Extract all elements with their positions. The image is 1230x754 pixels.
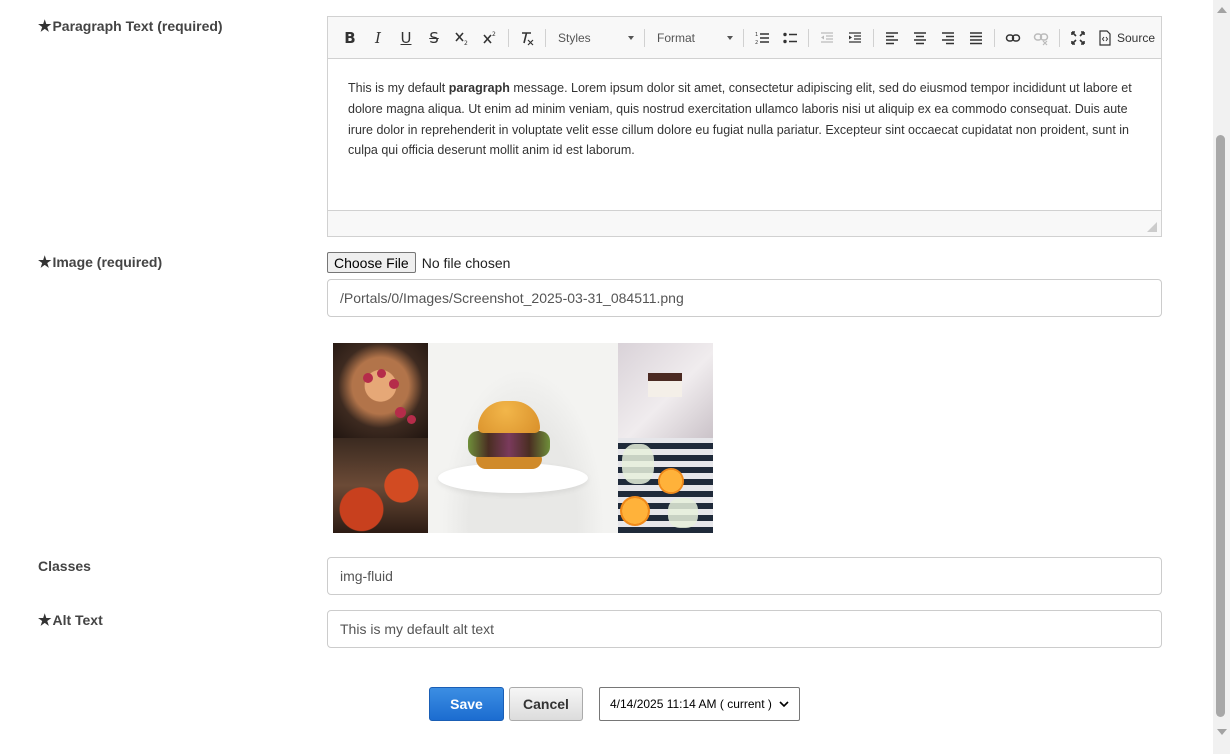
image-preview	[333, 343, 713, 533]
increase-indent-button[interactable]	[841, 24, 869, 52]
format-dropdown[interactable]: Format	[649, 24, 739, 52]
paragraph-bold-text: paragraph	[448, 81, 510, 95]
file-input: Choose File No file chosen	[327, 252, 510, 273]
justify-button[interactable]	[962, 24, 990, 52]
source-button[interactable]: Source	[1092, 24, 1161, 52]
pancake-photo	[333, 343, 428, 438]
preview-left-column	[333, 343, 428, 533]
superscript-button[interactable]: 2	[476, 24, 504, 52]
editor-toolbar: B I U S 2 2 Styles Format 12 Source	[328, 17, 1161, 59]
format-label: Format	[657, 30, 696, 45]
strikethrough-button[interactable]: S	[420, 24, 448, 52]
editor-statusbar	[328, 210, 1161, 236]
link-icon	[1005, 33, 1021, 42]
classes-value: img-fluid	[340, 568, 393, 584]
scroll-down-icon[interactable]	[1217, 729, 1227, 735]
file-status-text: No file chosen	[421, 254, 511, 271]
burger-photo	[428, 343, 618, 533]
required-star-icon: ★	[38, 254, 52, 271]
image-path-value: /Portals/0/Images/Screenshot_2025-03-31_…	[340, 290, 684, 306]
image-path-input[interactable]: /Portals/0/Images/Screenshot_2025-03-31_…	[327, 279, 1162, 317]
svg-text:1: 1	[755, 32, 758, 38]
align-right-icon	[942, 31, 954, 44]
italic-button[interactable]: I	[364, 24, 392, 52]
toolbar-separator	[808, 28, 809, 47]
remove-format-icon	[522, 31, 534, 45]
styles-label: Styles	[558, 30, 591, 45]
version-select[interactable]: 4/14/2025 11:14 AM ( current )	[599, 687, 800, 721]
paragraph-text: This is my default	[348, 81, 449, 95]
alt-text-value: This is my default alt text	[340, 621, 495, 637]
version-selected-value: 4/14/2025 11:14 AM ( current )	[610, 697, 772, 711]
rich-text-editor: B I U S 2 2 Styles Format 12 Source This…	[327, 16, 1162, 237]
align-left-icon	[886, 31, 898, 44]
svg-text:2: 2	[755, 40, 758, 46]
maximize-button[interactable]	[1064, 24, 1092, 52]
toolbar-separator	[644, 28, 645, 47]
required-star-icon: ★	[38, 612, 52, 629]
numbered-list-button[interactable]: 12	[748, 24, 776, 52]
paragraph-text-label: ★Paragraph Text (required)	[38, 18, 223, 35]
bulleted-list-icon	[783, 32, 797, 43]
styles-dropdown[interactable]: Styles	[550, 24, 640, 52]
orange-drinks-photo	[618, 438, 713, 533]
source-icon	[1099, 29, 1111, 46]
chevron-down-icon	[779, 701, 789, 708]
alt-text-input[interactable]: This is my default alt text	[327, 610, 1162, 648]
align-center-button[interactable]	[906, 24, 934, 52]
dessert-photo	[618, 343, 713, 438]
svg-text:2: 2	[492, 31, 496, 38]
unlink-icon	[1033, 32, 1049, 45]
subscript-icon: 2	[455, 31, 468, 46]
align-left-button[interactable]	[878, 24, 906, 52]
remove-format-button[interactable]	[513, 24, 541, 52]
superscript-icon: 2	[483, 31, 496, 44]
vertical-scrollbar[interactable]	[1213, 0, 1230, 754]
stuffed-tomato-photo	[333, 438, 428, 533]
resize-grip-icon[interactable]	[1147, 222, 1157, 232]
preview-right-column	[618, 343, 713, 533]
toolbar-separator	[1059, 28, 1060, 47]
scroll-thumb[interactable]	[1216, 135, 1225, 717]
toolbar-separator	[508, 28, 509, 47]
cancel-button[interactable]: Cancel	[509, 687, 583, 721]
align-right-button[interactable]	[934, 24, 962, 52]
required-star-icon: ★	[38, 18, 52, 35]
source-label: Source	[1117, 30, 1156, 45]
image-label: ★Image (required)	[38, 254, 163, 271]
bulleted-list-button[interactable]	[776, 24, 804, 52]
increase-indent-icon	[849, 31, 861, 43]
unlink-button[interactable]	[1027, 24, 1055, 52]
chevron-down-icon	[727, 35, 733, 40]
bold-button[interactable]: B	[336, 24, 364, 52]
maximize-icon	[1071, 30, 1085, 45]
toolbar-separator	[743, 28, 744, 47]
subscript-button[interactable]: 2	[448, 24, 476, 52]
toolbar-separator	[994, 28, 995, 47]
align-center-icon	[914, 31, 926, 44]
classes-label: Classes	[38, 558, 91, 574]
link-button[interactable]	[999, 24, 1027, 52]
justify-icon	[970, 31, 982, 44]
scroll-up-icon[interactable]	[1217, 7, 1227, 13]
decrease-indent-icon	[821, 31, 833, 43]
toolbar-separator	[545, 28, 546, 47]
choose-file-button[interactable]: Choose File	[327, 252, 416, 273]
save-button[interactable]: Save	[429, 687, 504, 721]
editor-content-area[interactable]: This is my default paragraph message. Lo…	[328, 59, 1161, 210]
alt-text-label: ★Alt Text	[38, 612, 103, 629]
toolbar-separator	[873, 28, 874, 47]
svg-text:2: 2	[464, 40, 468, 46]
decrease-indent-button[interactable]	[813, 24, 841, 52]
numbered-list-icon: 12	[755, 32, 769, 46]
classes-input[interactable]: img-fluid	[327, 557, 1162, 595]
underline-button[interactable]: U	[392, 24, 420, 52]
chevron-down-icon	[628, 35, 634, 40]
